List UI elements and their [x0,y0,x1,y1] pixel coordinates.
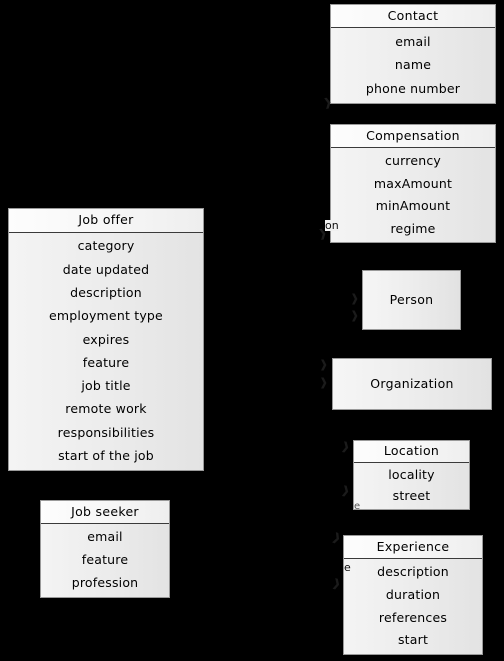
class-attribute: start of the job [58,448,154,464]
class-box-job-seeker[interactable]: Job seeker email feature profession [40,500,170,598]
association-arrowhead-experience-1: ❱ [330,529,344,546]
association-arrowhead-organization-1: ❱ [319,358,329,371]
class-attribute: regime [390,220,436,236]
association-arrowhead-person-2: ❱ [350,309,360,322]
class-attribute: start [397,632,429,648]
association-arrowhead-experience-2: ❱ [330,576,343,591]
class-title-job-seeker: Job seeker [41,501,169,524]
class-attributes-contact: email name phone number [331,28,495,103]
class-title-contact: Contact [331,5,495,28]
class-attribute: references [378,609,448,625]
class-attributes-location: locality street [354,463,469,509]
class-attribute: profession [71,575,139,591]
class-attribute: remote work [65,401,147,417]
class-box-contact[interactable]: Contact email name phone number [330,4,496,104]
association-arrowhead-location-2: ❱ [339,483,352,498]
class-attribute: phone number [365,80,461,96]
class-title-organization: Organization [370,375,454,391]
class-attribute: locality [388,467,435,483]
class-title-job-offer: Job offer [9,209,203,233]
class-box-experience[interactable]: Experience description duration referenc… [343,535,483,655]
class-attribute: category [77,238,135,254]
class-box-compensation[interactable]: Compensation currency maxAmount minAmoun… [330,124,496,243]
diagram-canvas: Contact email name phone number ❱ Compen… [0,0,504,661]
class-title-compensation: Compensation [331,125,495,148]
class-attribute: currency [384,153,442,168]
class-title-location: Location [354,441,469,463]
class-box-person[interactable]: Person [362,270,461,330]
class-box-organization[interactable]: Organization [332,358,492,410]
edge-label-location: e [354,501,361,512]
class-attribute: job title [81,378,131,394]
edge-label-experience: e [344,561,351,574]
class-attribute: minAmount [375,198,451,213]
class-attribute: description [70,284,142,300]
class-title-person: Person [389,291,434,307]
association-arrowhead-compensation: ❱ [316,226,329,241]
class-title-experience: Experience [344,536,482,559]
class-attribute: duration [385,586,441,602]
class-box-job-offer[interactable]: Job offer category date updated descript… [8,208,204,471]
class-attribute: date updated [62,261,150,277]
class-attribute: maxAmount [373,175,453,191]
class-attribute: email [87,529,123,545]
class-attributes-job-seeker: email feature profession [41,524,169,597]
class-attribute: expires [82,331,130,347]
association-arrowhead-person-1: ❱ [350,292,360,305]
class-attribute: name [394,57,432,73]
class-attribute: description [377,564,449,580]
class-attribute: employment type [49,308,163,324]
class-attributes-experience: description duration references start [344,559,482,654]
association-arrowhead-contact: ❱ [321,95,334,110]
class-attribute: responsibilities [57,424,155,440]
class-attributes-job-offer: category date updated description employ… [9,233,203,470]
class-box-location[interactable]: Location locality street [353,440,470,510]
edge-label-compensation: on [325,219,339,232]
class-attribute: feature [82,354,130,370]
class-attribute: feature [81,552,129,568]
association-arrowhead-location-1: ❱ [339,439,352,454]
class-attributes-compensation: currency maxAmount minAmount regime [331,148,495,242]
class-attribute: street [392,488,431,504]
class-attribute: email [395,33,431,49]
association-arrowhead-organization-2: ❱ [319,376,329,389]
